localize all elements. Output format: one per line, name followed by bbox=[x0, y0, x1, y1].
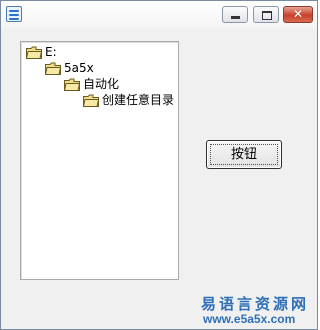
maximize-icon bbox=[262, 11, 272, 20]
close-button[interactable]: ✕ bbox=[283, 6, 313, 23]
tree-node-label: 创建任意目录 bbox=[102, 93, 175, 107]
main-window: ✕ E: 5a5x 自动化 创建任意目录 按钮 易语言资源网 www.e5a5x… bbox=[0, 0, 318, 330]
close-icon: ✕ bbox=[292, 7, 304, 21]
directory-tree[interactable]: E: 5a5x 自动化 创建任意目录 bbox=[20, 41, 179, 280]
minimize-button[interactable] bbox=[222, 6, 248, 23]
folder-icon bbox=[45, 62, 61, 75]
folder-icon bbox=[26, 46, 42, 59]
action-button[interactable]: 按钮 bbox=[206, 140, 282, 169]
tree-node-label: E: bbox=[45, 45, 57, 59]
title-bar[interactable]: ✕ bbox=[1, 1, 317, 29]
watermark-title: 易语言资源网 bbox=[201, 295, 310, 313]
folder-icon bbox=[83, 94, 99, 107]
tree-node-label: 自动化 bbox=[83, 77, 120, 91]
watermark-url: www.e5a5x.com bbox=[203, 312, 296, 326]
app-icon[interactable] bbox=[6, 6, 22, 22]
folder-icon bbox=[64, 78, 80, 91]
tree-node-label: 5a5x bbox=[64, 61, 94, 75]
minimize-icon bbox=[231, 16, 240, 19]
action-button-label: 按钮 bbox=[230, 147, 257, 162]
maximize-button[interactable] bbox=[253, 6, 279, 23]
